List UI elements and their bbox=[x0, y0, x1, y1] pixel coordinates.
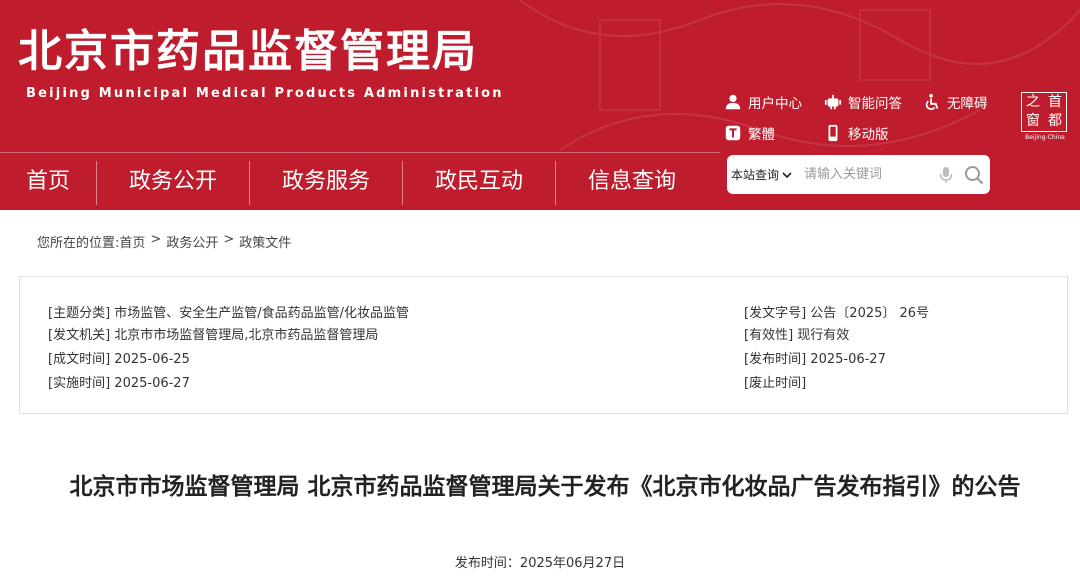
seal-char: 都 bbox=[1048, 113, 1062, 129]
site-subtitle: Beijing Municipal Medical Products Admin… bbox=[26, 86, 504, 101]
pubdate-value: 2025年06月27日 bbox=[519, 556, 626, 571]
user-icon bbox=[725, 94, 741, 110]
user-center-link[interactable]: 用户中心 bbox=[724, 90, 802, 114]
site-title[interactable]: 北京市药品监督管理局 bbox=[18, 22, 478, 82]
article-publish-date: 发布时间：2025年06月27日 bbox=[0, 552, 1080, 571]
capital-window-logo[interactable]: 之 首 窗 都 Beijing-China bbox=[1021, 92, 1069, 144]
breadcrumb-home[interactable]: 首页 bbox=[119, 232, 145, 251]
search-input[interactable] bbox=[804, 167, 933, 182]
pubdate-label: 发布时间： bbox=[454, 556, 520, 571]
seal-english: Beijing-China bbox=[1025, 134, 1065, 141]
accessibility-label: 无障碍 bbox=[947, 96, 988, 112]
meta-label: [发文字号] bbox=[744, 306, 807, 321]
mobile-icon bbox=[828, 124, 838, 142]
seal-char: 首 bbox=[1048, 94, 1062, 110]
meta-document-number: [发文字号] 公告〔2025〕 26号 bbox=[744, 302, 929, 321]
meta-value: 北京市市场监督管理局,北京市药品监督管理局 bbox=[114, 328, 379, 343]
microphone-icon[interactable] bbox=[938, 166, 954, 184]
breadcrumb-policy-docs[interactable]: 政策文件 bbox=[239, 232, 291, 251]
meta-effective-date: [实施时间] 2025-06-27 bbox=[48, 372, 190, 391]
search-scope-label: 本站查询 bbox=[731, 168, 780, 182]
seal-box: 之 首 窗 都 bbox=[1021, 92, 1067, 132]
smart-qa-label: 智能问答 bbox=[848, 96, 902, 112]
breadcrumb: 您所在的位置: 首页 > 政务公开 > 政策文件 bbox=[37, 232, 291, 251]
breadcrumb-separator: > bbox=[150, 232, 162, 247]
breadcrumb-separator: > bbox=[223, 232, 235, 247]
nav-item-interaction[interactable]: 政民互动 bbox=[403, 153, 555, 210]
article-title: 北京市市场监督管理局 北京市药品监督管理局关于发布《北京市化妆品广告发布指引》的… bbox=[69, 474, 1021, 500]
meta-value: 2025-06-27 bbox=[810, 352, 886, 367]
meta-written-date: [成文时间] 2025-06-25 bbox=[48, 348, 190, 367]
meta-label: [废止时间] bbox=[744, 376, 807, 391]
meta-validity: [有效性] 现行有效 bbox=[744, 324, 849, 343]
traditional-chinese-label: 繁體 bbox=[748, 127, 775, 143]
search-icon[interactable] bbox=[964, 165, 984, 185]
nav-item-gov-affairs[interactable]: 政务公开 bbox=[97, 153, 249, 210]
meta-label: [实施时间] bbox=[48, 376, 111, 391]
nav-item-gov-services[interactable]: 政务服务 bbox=[250, 153, 402, 210]
document-metadata-panel: [主题分类] 市场监管、安全生产监管/食品药品监管/化妆品监管 [发文机关] 北… bbox=[19, 276, 1068, 414]
mobile-version-label: 移动版 bbox=[848, 127, 889, 143]
meta-subject-category: [主题分类] 市场监管、安全生产监管/食品药品监管/化妆品监管 bbox=[48, 302, 409, 321]
meta-publish-date: [发布时间] 2025-06-27 bbox=[744, 348, 886, 367]
wheelchair-icon bbox=[925, 93, 939, 110]
accessibility-link[interactable]: 无障碍 bbox=[923, 90, 988, 114]
meta-label: [有效性] bbox=[744, 328, 794, 343]
main-nav: 首页 政务公开 政务服务 政民互动 信息查询 bbox=[0, 152, 720, 210]
site-header: 北京市药品监督管理局 Beijing Municipal Medical Pro… bbox=[0, 0, 1080, 210]
search-scope-dropdown[interactable]: 本站查询 bbox=[727, 166, 792, 183]
mobile-version-link[interactable]: 移动版 bbox=[824, 121, 889, 145]
robot-icon bbox=[824, 94, 842, 110]
breadcrumb-prefix: 您所在的位置: bbox=[37, 236, 120, 251]
meta-label: [主题分类] bbox=[48, 306, 111, 321]
meta-value: 2025-06-25 bbox=[114, 352, 190, 367]
user-center-label: 用户中心 bbox=[748, 96, 802, 112]
seal-char: 窗 bbox=[1026, 113, 1040, 129]
meta-label: [发布时间] bbox=[744, 352, 807, 367]
meta-label: [成文时间] bbox=[48, 352, 111, 367]
meta-value: 现行有效 bbox=[797, 328, 850, 343]
meta-value: 公告〔2025〕 26号 bbox=[810, 306, 930, 321]
chevron-down-icon bbox=[782, 171, 792, 178]
traditional-chinese-icon bbox=[725, 125, 741, 141]
nav-item-home[interactable]: 首页 bbox=[0, 153, 96, 210]
meta-value: 2025-06-27 bbox=[114, 376, 190, 391]
smart-qa-link[interactable]: 智能问答 bbox=[824, 90, 902, 114]
meta-issuing-authority: [发文机关] 北京市市场监督管理局,北京市药品监督管理局 bbox=[48, 324, 378, 343]
traditional-chinese-link[interactable]: 繁體 bbox=[724, 121, 775, 145]
search-bar: 本站查询 bbox=[727, 155, 990, 194]
meta-value: 市场监管、安全生产监管/食品药品监管/化妆品监管 bbox=[114, 306, 410, 321]
meta-label: [发文机关] bbox=[48, 328, 111, 343]
meta-repeal-date: [废止时间] bbox=[744, 372, 806, 391]
seal-char: 之 bbox=[1026, 94, 1040, 110]
breadcrumb-gov-affairs[interactable]: 政务公开 bbox=[166, 232, 218, 251]
nav-item-info-query[interactable]: 信息查询 bbox=[556, 153, 708, 210]
